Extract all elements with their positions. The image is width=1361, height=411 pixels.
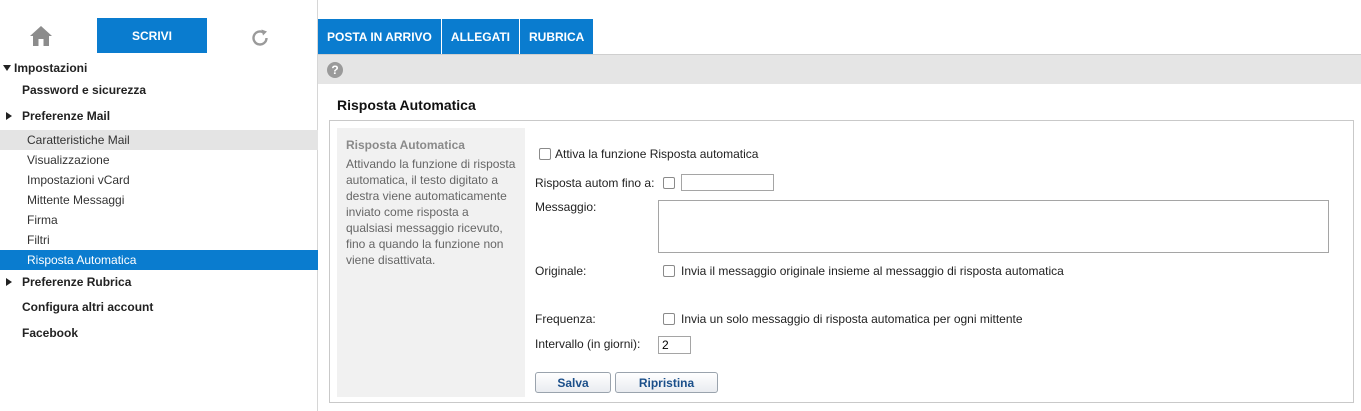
nav-settings-label: Impostazioni (14, 61, 88, 75)
nav-mail-preferences-label: Preferenze Mail (22, 109, 111, 123)
refresh-icon[interactable] (249, 27, 271, 49)
nav-item-mittente-messaggi[interactable]: Mittente Messaggi (0, 190, 318, 210)
nav-other-accounts-label: Configura altri account (22, 300, 154, 314)
expanded-triangle-icon (3, 65, 11, 71)
tab-allegati[interactable]: ALLEGATI (441, 19, 521, 54)
description-text: Attivando la funzione di risposta automa… (346, 157, 516, 267)
autoreply-panel: Risposta Automatica Attivando la funzion… (329, 120, 1354, 403)
tab-rubrica[interactable]: RUBRICA (520, 19, 595, 54)
until-date-input[interactable] (681, 174, 774, 191)
enable-autoreply-label: Attiva la funzione Risposta automatica (555, 147, 759, 161)
top-toolbar: SCRIVI (0, 0, 318, 58)
message-label: Messaggio: (535, 200, 597, 214)
interval-input[interactable] (658, 336, 691, 354)
nav-mail-preferences[interactable]: Preferenze Mail (0, 102, 318, 130)
nav-settings[interactable]: Impostazioni (0, 58, 318, 78)
nav-facebook-label: Facebook (22, 326, 79, 340)
description-title: Risposta Automatica (346, 138, 465, 152)
nav-item-impostazioni-vcard[interactable]: Impostazioni vCard (0, 170, 318, 190)
page-title: Risposta Automatica (337, 97, 476, 113)
nav-rubrica-preferences[interactable]: Preferenze Rubrica (0, 270, 318, 294)
send-original-checkbox[interactable] (663, 265, 675, 277)
nav-item-caratteristiche-mail[interactable]: Caratteristiche Mail (0, 130, 318, 150)
interval-label: Intervallo (in giorni): (535, 337, 641, 351)
message-textarea[interactable] (658, 200, 1329, 253)
tab-posta-in-arrivo[interactable]: POSTA IN ARRIVO (318, 19, 442, 54)
nav-password-security[interactable]: Password e sicurezza (0, 78, 318, 102)
nav-facebook[interactable]: Facebook (0, 320, 318, 346)
left-column: SCRIVI Impostazioni Password e sicurezza… (0, 0, 318, 411)
compose-button[interactable]: SCRIVI (97, 18, 207, 53)
save-button[interactable]: Salva (535, 372, 611, 393)
home-icon[interactable] (28, 24, 54, 48)
reset-button[interactable]: Ripristina (615, 372, 718, 393)
nav-item-firma[interactable]: Firma (0, 210, 318, 230)
help-icon[interactable]: ? (327, 62, 343, 78)
send-original-label: Invia il messaggio originale insieme al … (681, 264, 1064, 278)
once-per-sender-label: Invia un solo messaggio di risposta auto… (681, 312, 1023, 326)
until-checkbox[interactable] (663, 177, 675, 189)
description-box: Risposta Automatica Attivando la funzion… (337, 128, 525, 397)
nav-rubrica-preferences-label: Preferenze Rubrica (22, 275, 132, 289)
nav-other-accounts[interactable]: Configura altri account (0, 294, 318, 320)
frequency-label: Frequenza: (535, 312, 596, 326)
until-label: Risposta autom fino a: (535, 176, 655, 190)
nav-item-visualizzazione[interactable]: Visualizzazione (0, 150, 318, 170)
collapsed-triangle-icon (6, 112, 12, 120)
enable-autoreply-checkbox[interactable] (539, 148, 551, 160)
main-tabs: POSTA IN ARRIVO ALLEGATI RUBRICA (318, 19, 595, 54)
nav-item-filtri[interactable]: Filtri (0, 230, 318, 250)
once-per-sender-checkbox[interactable] (663, 313, 675, 325)
nav-password-label: Password e sicurezza (22, 83, 147, 97)
settings-nav: Impostazioni Password e sicurezza Prefer… (0, 58, 318, 346)
nav-item-risposta-automatica[interactable]: Risposta Automatica (0, 250, 318, 270)
collapsed-triangle-icon (6, 278, 12, 286)
help-bar: ? (318, 54, 1361, 84)
original-label: Originale: (535, 264, 587, 278)
